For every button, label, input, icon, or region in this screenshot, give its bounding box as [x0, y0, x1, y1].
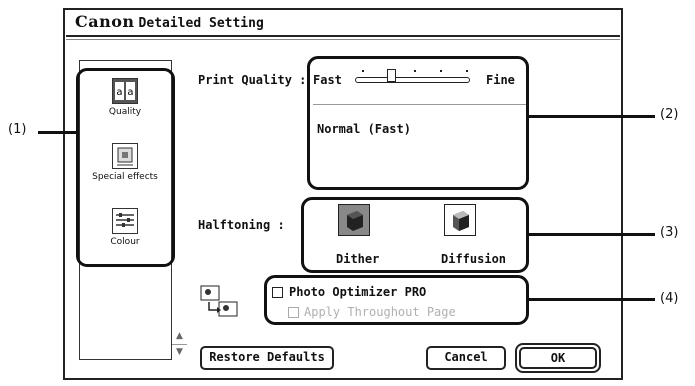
- print-quality-label: Print Quality :: [198, 73, 307, 87]
- callout-box-4: [264, 275, 529, 325]
- scroll-down-arrow-icon[interactable]: ▼: [172, 344, 187, 359]
- callout-line-3: [529, 233, 655, 236]
- title-divider-thin: [66, 39, 620, 40]
- callout-label-4: (4): [660, 291, 679, 306]
- callout-line-2: [529, 115, 655, 118]
- restore-defaults-button[interactable]: Restore Defaults: [200, 346, 334, 370]
- callout-box-2: [307, 56, 529, 190]
- cancel-button[interactable]: Cancel: [426, 346, 506, 370]
- callout-label-2: (2): [660, 107, 679, 122]
- title-divider: [66, 35, 620, 37]
- callout-line-4: [529, 298, 655, 301]
- dialog-title: Canon Detailed Setting: [75, 12, 264, 34]
- callout-box-3: [301, 197, 529, 273]
- ok-button[interactable]: OK: [519, 347, 597, 369]
- callout-label-3: (3): [660, 225, 679, 240]
- halftoning-label: Halftoning :: [198, 218, 285, 232]
- photo-optimizer-icon: [199, 284, 241, 320]
- canon-logo: Canon: [75, 12, 135, 31]
- callout-line-1: [38, 131, 77, 134]
- callout-box-1: [76, 68, 175, 267]
- dialog-title-text: Detailed Setting: [138, 16, 264, 31]
- scroll-up-arrow-icon[interactable]: ▲: [172, 329, 187, 343]
- callout-label-1: (1): [8, 122, 27, 137]
